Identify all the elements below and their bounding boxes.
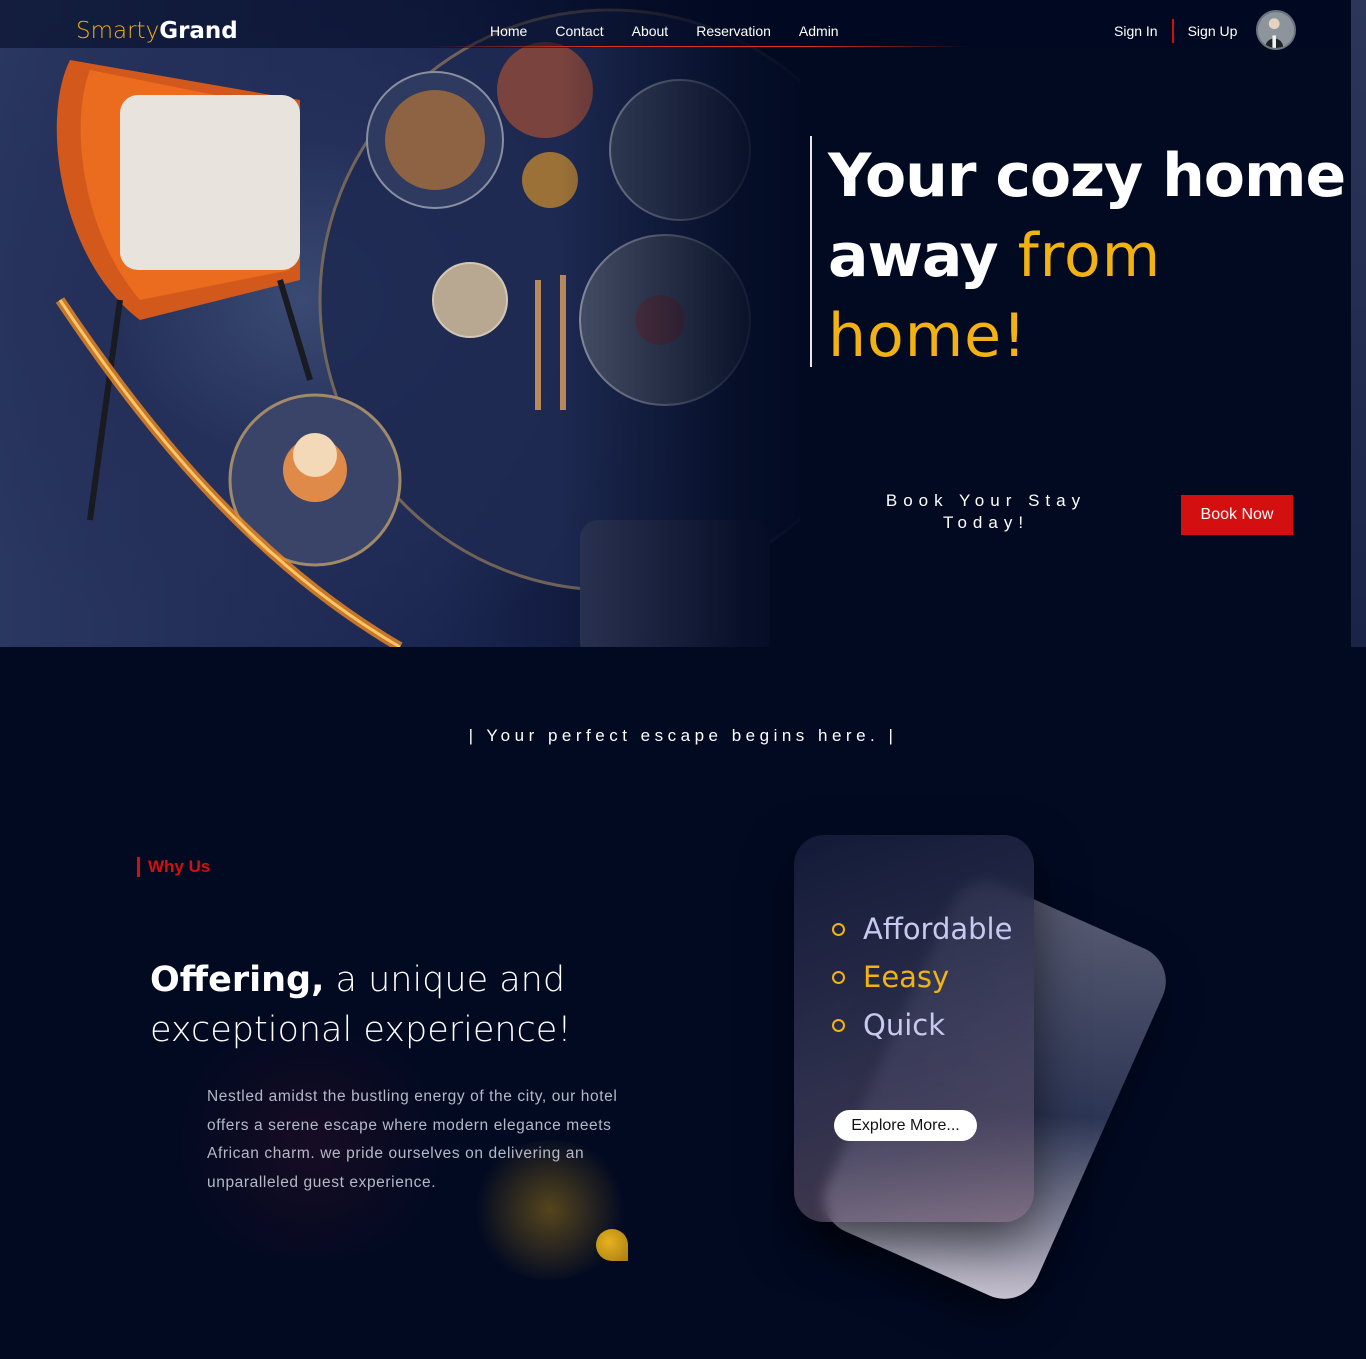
hero-title-line2-bold: away (828, 221, 999, 291)
nav-underline (430, 46, 970, 47)
brand-logo-part2: Grand (159, 18, 238, 44)
scrollbar[interactable] (1351, 0, 1366, 647)
hotel-description: Nestled amidst the bustling energy of th… (207, 1088, 618, 1191)
hero-title: Your cozy home away from home! (828, 136, 1348, 376)
feature-label: Quick (863, 1008, 946, 1042)
hero-title-line3: home! (828, 301, 1028, 371)
explore-more-button[interactable]: Explore More... (834, 1110, 977, 1141)
feature-label: Eeasy (863, 960, 950, 994)
feature-item-quick: Quick (832, 1001, 1012, 1049)
hero-image-fade (560, 0, 820, 647)
user-avatar-icon (1258, 12, 1294, 48)
hero-title-block: Your cozy home away from home! (810, 136, 1348, 371)
nav-link-about[interactable]: About (618, 21, 683, 41)
feature-item-affordable: Affordable (832, 905, 1012, 953)
offering-heading: Offering, a unique and exceptional exper… (150, 955, 630, 1055)
decorative-yellow-dot (596, 1229, 628, 1261)
nav-links: Home Contact About Reservation Admin (476, 21, 853, 41)
hero-section: SmartyGrand Home Contact About Reservati… (0, 0, 1366, 647)
feature-list: Affordable Eeasy Quick (832, 905, 1012, 1049)
nav-link-home[interactable]: Home (476, 21, 541, 41)
brand-logo[interactable]: SmartyGrand (76, 16, 238, 46)
hero-title-line2-accent: from (1017, 221, 1162, 291)
top-navbar: SmartyGrand Home Contact About Reservati… (0, 0, 1351, 50)
nav-link-admin[interactable]: Admin (785, 21, 853, 41)
nav-link-contact[interactable]: Contact (541, 21, 617, 41)
sign-up-link[interactable]: Sign Up (1174, 19, 1252, 43)
brand-logo-part1: Smarty (76, 18, 160, 44)
feature-label: Affordable (863, 912, 1013, 946)
hero-title-line1: Your cozy home (828, 141, 1346, 211)
auth-links: Sign In Sign Up (1100, 19, 1251, 43)
feature-item-easy: Eeasy (832, 953, 1012, 1001)
hero-cta-text: Book Your Stay Today! (885, 491, 1087, 532)
user-avatar[interactable] (1256, 10, 1296, 50)
book-now-button[interactable]: Book Now (1181, 495, 1293, 535)
circle-bullet-icon (832, 922, 845, 936)
circle-bullet-icon (832, 970, 845, 984)
offering-heading-bold: Offering, (150, 960, 325, 1000)
why-us-label: Why Us (137, 857, 210, 877)
sign-in-link[interactable]: Sign In (1100, 19, 1172, 43)
circle-bullet-icon (832, 1018, 845, 1032)
tagline: | Your perfect escape begins here. | (468, 726, 898, 745)
nav-link-reservation[interactable]: Reservation (682, 21, 785, 41)
